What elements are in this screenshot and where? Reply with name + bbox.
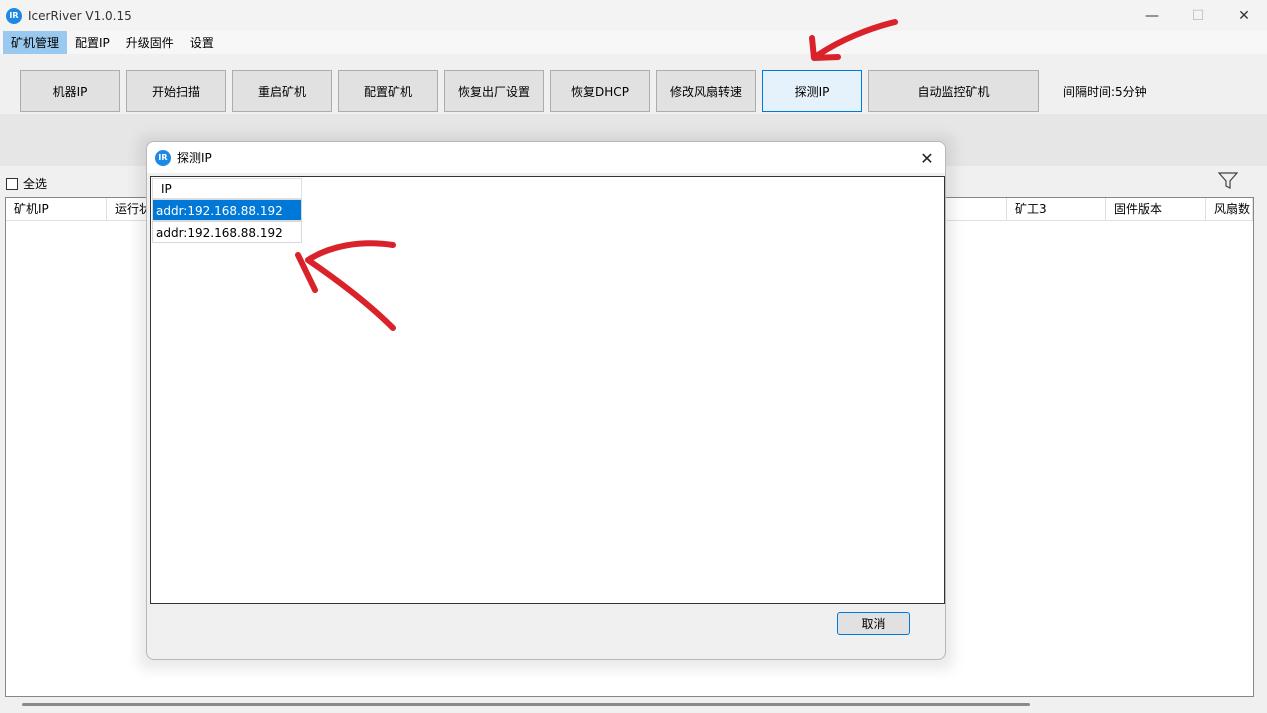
detect-ip-button[interactable]: 探测IP: [762, 70, 862, 112]
machine-ip-button[interactable]: 机器IP: [20, 70, 120, 112]
app-logo-icon: IR: [6, 7, 22, 24]
config-miner-button[interactable]: 配置矿机: [338, 70, 438, 112]
select-all-checkbox[interactable]: [6, 177, 18, 190]
dialog-logo-icon: IR: [155, 149, 171, 166]
window-controls: — ☐ ✕: [1129, 0, 1267, 31]
ip-list-header[interactable]: IP: [152, 178, 302, 199]
menu-settings[interactable]: 设置: [182, 31, 222, 54]
interval-label: 间隔时间:5分钟: [1063, 85, 1147, 99]
cancel-button[interactable]: 取消: [837, 612, 910, 635]
auto-monitor-button[interactable]: 自动监控矿机: [868, 70, 1039, 112]
dialog-title-bar: IR 探测IP ✕: [147, 142, 945, 173]
restore-dhcp-button[interactable]: 恢复DHCP: [550, 70, 650, 112]
filter-icon[interactable]: [1218, 172, 1238, 190]
column-worker3[interactable]: 矿工3: [1006, 198, 1106, 221]
toolbar: 机器IP 开始扫描 重启矿机 配置矿机 恢复出厂设置 恢复DHCP 修改风扇转速…: [0, 54, 1267, 114]
start-scan-button[interactable]: 开始扫描: [126, 70, 226, 112]
minimize-button[interactable]: —: [1129, 0, 1175, 31]
ip-list-row[interactable]: addr:192.168.88.192: [152, 221, 302, 243]
maximize-button[interactable]: ☐: [1175, 0, 1221, 31]
ip-list-row[interactable]: addr:192.168.88.192: [152, 199, 302, 221]
title-bar: IR IcerRiver V1.0.15 — ☐ ✕: [0, 0, 1267, 31]
menu-bar: 矿机管理 配置IP 升级固件 设置: [0, 31, 1267, 54]
dialog-title: 探测IP: [177, 151, 212, 165]
reboot-miner-button[interactable]: 重启矿机: [232, 70, 332, 112]
close-button[interactable]: ✕: [1221, 0, 1267, 31]
select-all[interactable]: 全选: [6, 175, 47, 192]
fan-speed-button[interactable]: 修改风扇转速: [656, 70, 756, 112]
column-firmware-version[interactable]: 固件版本: [1106, 198, 1206, 221]
factory-reset-button[interactable]: 恢复出厂设置: [444, 70, 544, 112]
detect-ip-dialog: IR 探测IP ✕ IP addr:192.168.88.192 addr:19…: [146, 141, 946, 660]
select-all-label: 全选: [23, 177, 48, 191]
column-miner-ip[interactable]: 矿机IP: [6, 198, 107, 221]
menu-upgrade-firmware[interactable]: 升级固件: [118, 31, 182, 54]
scrollbar-thumb[interactable]: [22, 703, 1030, 706]
dialog-close-button[interactable]: ✕: [915, 146, 939, 170]
horizontal-scrollbar[interactable]: [0, 697, 1254, 713]
column-fan-count[interactable]: 风扇数: [1206, 198, 1253, 221]
menu-miner-management[interactable]: 矿机管理: [3, 31, 68, 54]
menu-config-ip[interactable]: 配置IP: [67, 31, 118, 54]
window-title: IcerRiver V1.0.15: [28, 8, 132, 23]
ip-list: IP addr:192.168.88.192 addr:192.168.88.1…: [150, 176, 945, 604]
